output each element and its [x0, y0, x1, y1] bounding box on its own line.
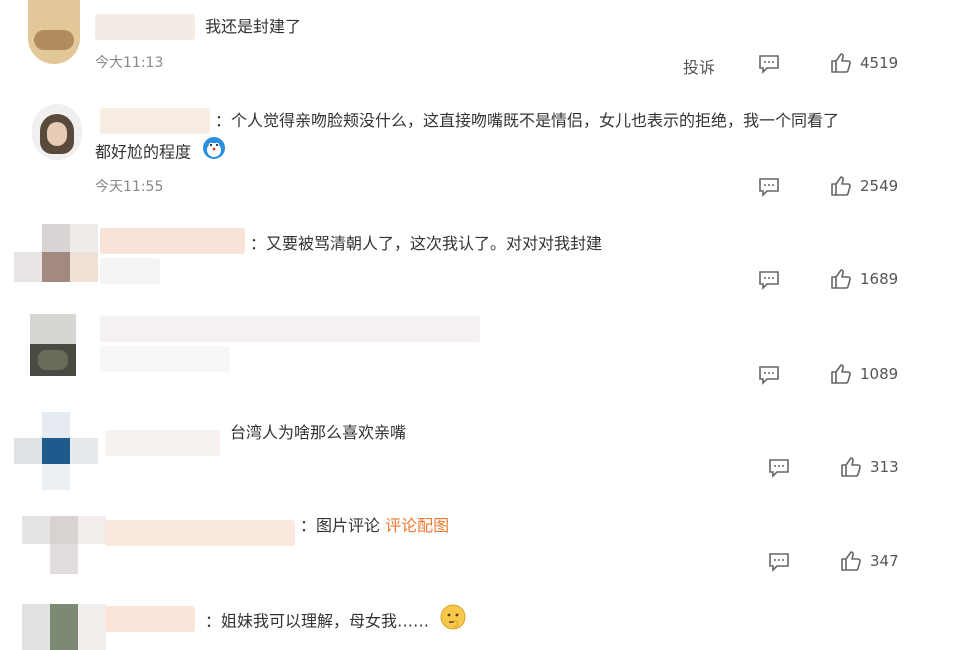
emoji-icon [202, 136, 226, 170]
comment-text: 我还是封建了 [205, 17, 302, 36]
username-blurred[interactable] [105, 520, 295, 546]
comment-button[interactable] [758, 365, 788, 385]
comment-icon [769, 459, 789, 478]
username-blurred[interactable] [100, 228, 245, 254]
avatar[interactable] [22, 604, 106, 650]
like-button[interactable]: 1089 [830, 363, 898, 385]
username-blurred[interactable] [105, 430, 220, 456]
comment-text: ：图片评论 评论配图 [300, 511, 449, 541]
username-blurred[interactable] [105, 606, 195, 632]
comment-button[interactable] [758, 270, 788, 290]
report-button[interactable]: 投诉 [683, 54, 715, 78]
comment-button[interactable] [758, 54, 788, 74]
like-count: 1089 [860, 365, 899, 383]
avatar[interactable] [22, 516, 106, 576]
like-button[interactable]: 347 [840, 550, 899, 572]
like-button[interactable]: 2549 [830, 175, 898, 197]
avatar[interactable] [14, 412, 104, 490]
thumbs-up-icon [831, 53, 851, 73]
thumbs-up-icon [841, 551, 861, 571]
like-button[interactable]: 313 [840, 456, 899, 478]
comment-icon [759, 55, 779, 74]
thumbs-up-icon [831, 364, 851, 384]
like-count: 313 [870, 458, 899, 476]
comment-text-prefix: ：图片评论 [300, 516, 386, 535]
comment-text: ：个人觉得亲吻脸颊没什么，这直接吻嘴既不是情侣，女儿也表示的拒绝，我一个同看了 [215, 111, 840, 130]
thumbs-up-icon [831, 176, 851, 196]
thumbs-up-icon [841, 457, 861, 477]
like-count: 347 [870, 552, 899, 570]
avatar[interactable] [28, 0, 92, 64]
avatar[interactable] [30, 314, 76, 376]
comment-text: ：姐妹我可以理解，母女我…… [205, 604, 466, 640]
comment-icon [759, 271, 779, 290]
like-count: 1689 [860, 270, 899, 288]
comment-icon [759, 366, 779, 385]
comment-text: 都好尬的程度 [95, 136, 226, 170]
username-blurred[interactable] [100, 108, 210, 134]
comment-icon [769, 553, 789, 572]
like-count: 4519 [860, 54, 899, 72]
like-button[interactable]: 1689 [830, 268, 898, 290]
comment-text-body: ：姐妹我可以理解，母女我…… [205, 611, 430, 631]
comment-text: 台湾人为啥那么喜欢亲嘴 [230, 423, 407, 442]
comment-time: 今大11:13 [95, 55, 164, 71]
comment-text: ：又要被骂清朝人了，这次我认了。对对对我封建 [250, 234, 603, 253]
username-blurred[interactable] [100, 316, 480, 342]
like-count: 2549 [860, 177, 899, 195]
like-button[interactable]: 4519 [830, 52, 898, 74]
comment-time: 今天11:55 [95, 179, 164, 195]
avatar[interactable] [32, 104, 82, 160]
comment-text-line2: 都好尬的程度 [95, 142, 192, 162]
comment-icon [759, 178, 779, 197]
username-blurred[interactable] [95, 14, 195, 40]
avatar[interactable] [14, 224, 104, 286]
image-comment-link[interactable]: 评论配图 [385, 516, 449, 535]
emoji-icon [440, 604, 466, 640]
comment-button[interactable] [768, 458, 798, 478]
thumbs-up-icon [831, 269, 851, 289]
comment-button[interactable] [768, 552, 798, 572]
comment-button[interactable] [758, 177, 788, 197]
